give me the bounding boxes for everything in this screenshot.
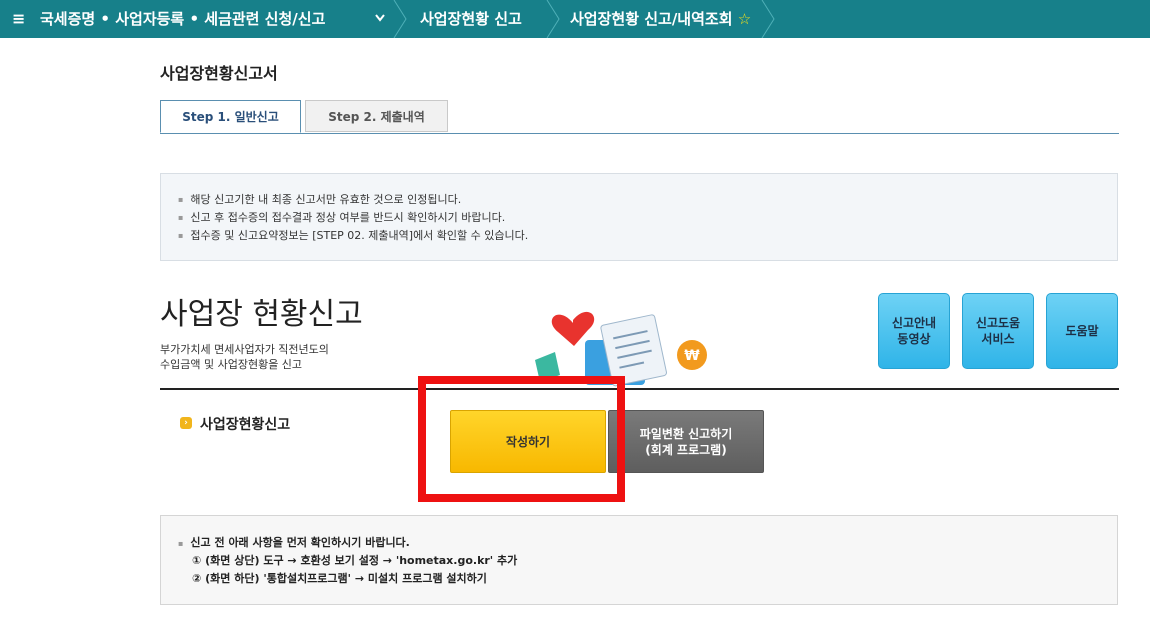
precaution-heading: 신고 전 아래 사항을 먼저 확인하시기 바랍니다. — [178, 534, 409, 550]
precaution-item: ② (화면 하단) '통합설치프로그램' → 미설치 프로그램 설치하기 — [192, 572, 487, 585]
precaution-box: 신고 전 아래 사항을 먼저 확인하시기 바랍니다. ① (화면 상단) 도구 … — [160, 515, 1118, 605]
svg-text:₩: ₩ — [684, 348, 700, 364]
help-button[interactable]: 도움말 — [1046, 293, 1118, 369]
help-service-button[interactable]: 신고도움서비스 — [962, 293, 1034, 369]
breadcrumb-separator — [761, 0, 775, 38]
section-label-text: 사업장현황신고 — [200, 417, 291, 433]
tab-step2-submissions[interactable]: Step 2. 제출내역 — [305, 100, 448, 132]
notice-item: 해당 신고기한 내 최종 신고서만 유효한 것으로 인정됩니다. — [178, 191, 1117, 209]
hero-description-line: 부가가치세 면세사업자가 직전년도의 — [160, 343, 329, 356]
notice-item: 신고 후 접수증의 접수결과 정상 여부를 반드시 확인하시기 바랍니다. — [178, 209, 1117, 227]
precaution-item: ① (화면 상단) 도구 → 호환성 보기 설정 → 'hometax.go.k… — [192, 554, 518, 567]
breadcrumb-separator — [546, 0, 560, 38]
help-service-label-1: 신고도움 — [975, 316, 1021, 330]
tax-report-illustration: ₩ — [535, 311, 707, 387]
notice-item: 접수증 및 신고요약정보는 [STEP 02. 제출내역]에서 확인할 수 있습… — [178, 227, 1117, 245]
tab-step1-general[interactable]: Step 1. 일반신고 — [160, 100, 301, 133]
breadcrumb-separator — [393, 0, 407, 38]
section-label: › 사업장현황신고 — [180, 414, 290, 434]
file-conversion-label-2: (회계 프로그램) — [645, 442, 727, 457]
guide-video-label-1: 신고안내 — [891, 316, 937, 330]
section-bullet-icon: › — [180, 417, 192, 429]
top-navigation-bar: ≡ 국세증명 • 사업자등록 • 세금관련 신청/신고 사업장현황 신고 사업장… — [0, 0, 1150, 38]
favorite-star-icon[interactable]: ☆ — [738, 10, 751, 28]
chevron-down-icon[interactable] — [374, 11, 386, 29]
file-conversion-button[interactable]: 파일변환 신고하기 (회계 프로그램) — [608, 410, 764, 473]
guide-video-label-2: 동영상 — [897, 332, 931, 346]
step-tabs: Step 1. 일반신고 Step 2. 제출내역 — [160, 100, 1119, 134]
hero-description-line: 수입금액 및 사업장현황을 신고 — [160, 358, 303, 371]
page-title: 사업장현황신고서 — [160, 64, 278, 83]
hero-title: 사업장 현황신고 — [160, 297, 363, 332]
notice-box: 해당 신고기한 내 최종 신고서만 유효한 것으로 인정됩니다. 신고 후 접수… — [160, 173, 1118, 261]
file-conversion-label-1: 파일변환 신고하기 — [639, 426, 733, 441]
section-divider — [160, 388, 1119, 390]
hero-description: 부가가치세 면세사업자가 직전년도의 수입금액 및 사업장현황을 신고 — [160, 342, 329, 372]
help-service-label-2: 서비스 — [981, 332, 1015, 346]
highlight-annotation-box — [418, 376, 625, 502]
guide-video-button[interactable]: 신고안내동영상 — [878, 293, 950, 369]
help-label: 도움말 — [1065, 324, 1099, 338]
breadcrumb-business-report[interactable]: 사업장현황 신고 — [420, 0, 522, 38]
breadcrumb-current[interactable]: 사업장현황 신고/내역조회 ☆ — [570, 0, 751, 38]
breadcrumb-category[interactable]: 국세증명 • 사업자등록 • 세금관련 신청/신고 — [40, 0, 325, 38]
breadcrumb-current-label: 사업장현황 신고/내역조회 — [570, 10, 733, 28]
hamburger-menu-icon[interactable]: ≡ — [12, 9, 25, 28]
